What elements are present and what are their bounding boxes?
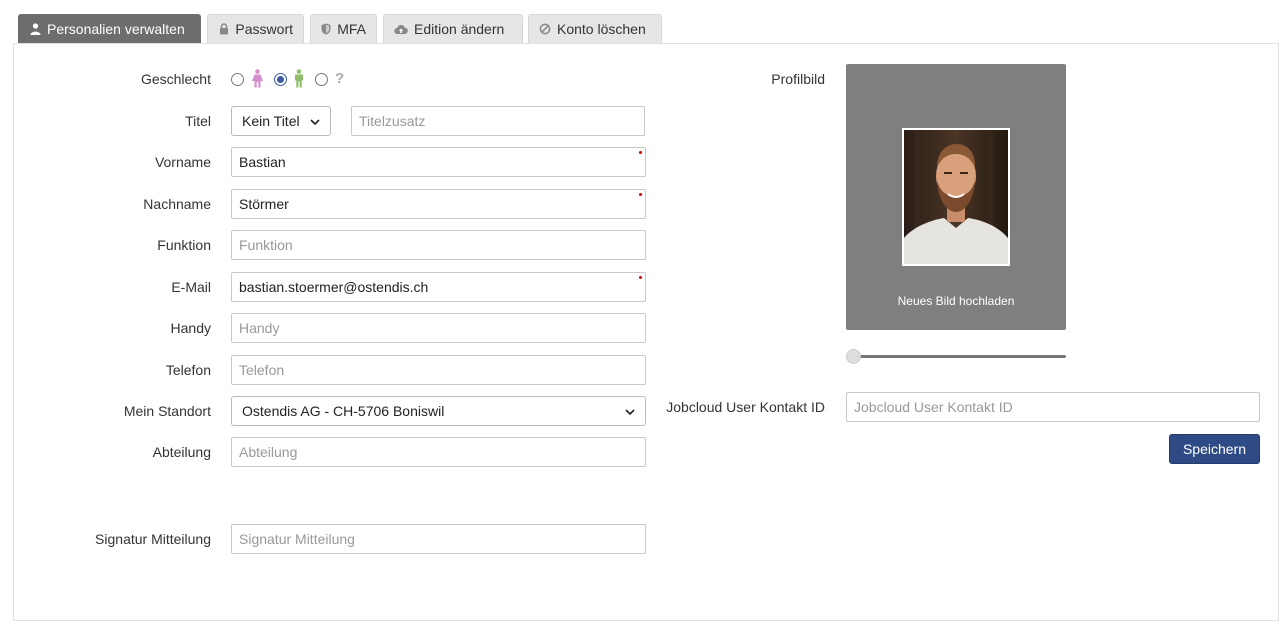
required-marker <box>639 276 642 279</box>
jobcloud-id-input[interactable] <box>846 392 1260 422</box>
firstname-label: Vorname <box>154 154 211 170</box>
tab-passwort[interactable]: Passwort <box>207 14 304 43</box>
profile-picture-label: Profilbild <box>771 71 825 87</box>
male-icon <box>293 69 305 91</box>
title-select-value: Kein Titel <box>242 113 300 129</box>
gender-label: Geschlecht <box>140 71 211 87</box>
tab-mfa[interactable]: MFA <box>310 14 377 43</box>
tab-konto-loeschen[interactable]: Konto löschen <box>528 14 662 43</box>
email-label: E-Mail <box>171 279 211 295</box>
profile-picture-upload[interactable]: Neues Bild hochladen <box>846 64 1066 330</box>
lastname-label: Nachname <box>143 196 211 212</box>
location-label: Mein Standort <box>123 403 211 419</box>
chevron-down-icon <box>625 403 635 419</box>
tab-label: Konto löschen <box>557 21 646 37</box>
tab-edition-aendern[interactable]: Edition ändern <box>383 14 523 43</box>
tab-label: Edition ändern <box>414 21 505 37</box>
department-input[interactable] <box>231 437 646 467</box>
mobile-label: Handy <box>170 320 211 336</box>
required-marker <box>639 193 642 196</box>
tab-label: MFA <box>337 21 366 37</box>
signature-label: Signatur Mitteilung <box>95 531 211 547</box>
location-select-value: Ostendis AG - CH-5706 Boniswil <box>242 403 445 419</box>
zoom-slider-track[interactable] <box>853 355 1066 358</box>
upload-image-text: Neues Bild hochladen <box>897 294 1015 308</box>
tab-label: Personalien verwalten <box>47 21 185 37</box>
title-select[interactable]: Kein Titel <box>231 106 331 136</box>
required-marker <box>639 151 642 154</box>
avatar <box>902 128 1010 266</box>
ban-icon <box>539 23 551 35</box>
female-icon <box>251 69 264 91</box>
user-icon <box>29 23 41 35</box>
email-input[interactable] <box>231 272 646 302</box>
department-label: Abteilung <box>152 444 211 460</box>
lock-icon <box>218 23 229 35</box>
title-suffix-input[interactable] <box>351 106 645 136</box>
save-button[interactable]: Speichern <box>1169 434 1260 464</box>
chevron-down-icon <box>310 113 320 129</box>
mobile-input[interactable] <box>231 313 646 343</box>
signature-input[interactable] <box>231 524 646 554</box>
gender-radio-unknown[interactable] <box>315 73 328 86</box>
tab-personalien-verwalten[interactable]: Personalien verwalten <box>18 14 201 43</box>
function-label: Funktion <box>157 237 211 253</box>
cloud-upload-icon <box>394 23 408 35</box>
tab-label: Passwort <box>235 21 293 37</box>
lastname-input[interactable] <box>231 189 646 219</box>
phone-input[interactable] <box>231 355 646 385</box>
shield-icon <box>321 23 331 35</box>
unknown-icon: ? <box>335 70 345 87</box>
title-label: Titel <box>185 113 211 129</box>
gender-radio-female[interactable] <box>231 73 244 86</box>
gender-radio-male[interactable] <box>274 73 287 86</box>
zoom-slider-handle[interactable] <box>846 349 861 364</box>
location-select[interactable]: Ostendis AG - CH-5706 Boniswil <box>231 396 646 426</box>
function-input[interactable] <box>231 230 646 260</box>
jobcloud-label: Jobcloud User Kontakt ID <box>666 399 825 415</box>
phone-label: Telefon <box>165 362 211 378</box>
firstname-input[interactable] <box>231 147 646 177</box>
